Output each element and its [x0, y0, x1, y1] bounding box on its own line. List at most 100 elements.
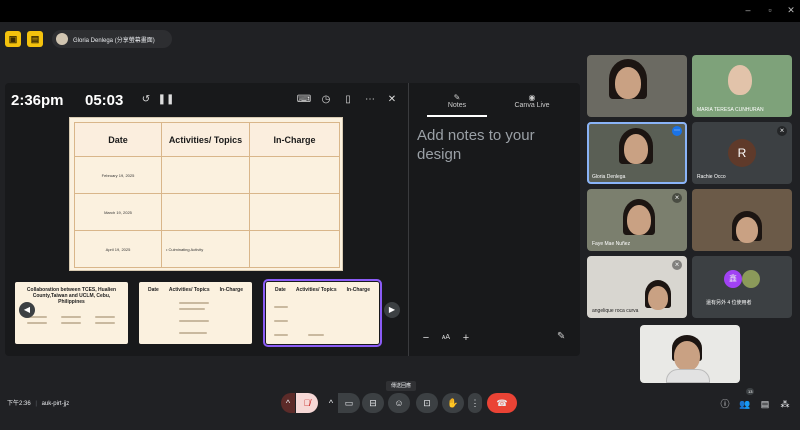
thumb-header: Activities/ Topics	[295, 287, 337, 293]
notes-input[interactable]: Add notes to your design	[417, 126, 577, 164]
zoom-in-icon[interactable]: +	[458, 330, 474, 346]
participant-tile[interactable]: ⨯ Faye Mae Nuñez	[587, 189, 687, 251]
more-participants-tile[interactable]: 鑫 還有另外 4 位使用者	[692, 256, 792, 318]
thumb-line	[95, 316, 115, 318]
window-titlebar: – ▫ ✕	[0, 0, 800, 22]
presentation-bar: ▣ ▤ Gloria Denlega (分享螢幕畫面)	[0, 28, 800, 50]
avatar	[742, 270, 760, 288]
participant-tile[interactable]: R ⨯ Rachie Occo	[692, 122, 792, 184]
presenter-timer: 05:03	[85, 92, 124, 109]
header-in-charge: In-Charge	[249, 122, 340, 157]
shared-screen: 2:36pm 05:03 ↺ ❚❚ ⌨ ◷ ▯ ⋯ ✕ Date Activit…	[5, 83, 580, 356]
more-options-button[interactable]: ⋮	[468, 393, 482, 413]
presenter-avatar	[56, 33, 68, 45]
table-row: April 19, 2025 • Culminating Activity	[74, 230, 340, 268]
thumb-header: In-Charge	[219, 287, 243, 293]
more-options-icon[interactable]: ⋯	[361, 92, 379, 108]
raise-hand-button[interactable]: ✋	[442, 393, 464, 413]
zoom-out-icon[interactable]: −	[418, 330, 434, 346]
cell-activity	[161, 156, 250, 194]
leave-call-button[interactable]: ☎	[487, 393, 517, 413]
cell-in-charge	[249, 230, 340, 268]
pause-icon[interactable]: ❚❚	[157, 92, 175, 108]
thumb-line	[274, 306, 288, 308]
active-tab-indicator	[427, 115, 487, 117]
thumb-line	[61, 322, 81, 324]
people-icon[interactable]: 👥	[739, 398, 751, 410]
next-slide-icon[interactable]: ▶	[384, 302, 400, 318]
thumbnail-headers: Date Activities/ Topics In-Charge	[143, 287, 248, 293]
emoji-reaction-button[interactable]: ☺	[388, 393, 410, 413]
thumb-header: Activities/ Topics	[168, 287, 210, 293]
notes-icon: ✎	[453, 93, 461, 102]
table-row: February 19, 2025	[74, 156, 340, 194]
participant-face	[648, 286, 668, 310]
edit-icon[interactable]: ✎	[557, 331, 565, 342]
keyboard-icon[interactable]: ⌨	[295, 92, 313, 108]
document-icon[interactable]: ▤	[27, 31, 43, 47]
participant-tile[interactable]	[587, 55, 687, 117]
thumb-header: Date	[148, 287, 159, 293]
captions-button[interactable]: ⊟	[362, 393, 384, 413]
participant-tile[interactable]: MARIA TERESA CUNHURAN	[692, 55, 792, 117]
present-icon[interactable]: ▣	[5, 31, 21, 47]
speaking-icon: ⋯	[672, 126, 682, 136]
presenter-clock: 2:36pm	[11, 92, 64, 109]
close-window-icon[interactable]: ✕	[786, 5, 796, 15]
participant-name: Faye Mae Nuñez	[592, 241, 631, 247]
participant-shirt	[666, 369, 710, 383]
participant-face	[627, 205, 651, 235]
camera-button[interactable]: ▭	[338, 393, 360, 413]
tab-notes[interactable]: ✎ Notes	[422, 93, 492, 109]
thumbnail-slide-3-selected[interactable]: Date Activities/ Topics In-Charge	[263, 279, 382, 347]
thumbnail-title: Collaboration between TCES, Hualien Coun…	[26, 287, 117, 305]
thumb-line	[179, 320, 209, 322]
activities-icon[interactable]: ⁂	[779, 398, 791, 410]
self-view-tile[interactable]	[640, 325, 740, 383]
thumbnail-headers: Date Activities/ Topics In-Charge	[270, 287, 375, 293]
participant-face	[674, 341, 700, 371]
slide-thumbnails: Collaboration between TCES, Hualien Coun…	[15, 279, 400, 347]
thumb-line	[61, 316, 81, 318]
chat-icon[interactable]: ▤	[759, 398, 771, 410]
participant-name: MARIA TERESA CUNHURAN	[697, 107, 764, 113]
meeting-code: auk-pirt-jjz	[41, 401, 70, 407]
remote-icon[interactable]: ▯	[339, 92, 357, 108]
meet-window: – ▫ ✕ ▣ ▤ Gloria Denlega (分享螢幕畫面) 2:36pm…	[0, 0, 800, 430]
header-activities: Activities/ Topics	[161, 122, 250, 157]
thumb-line	[95, 322, 115, 324]
timer-icon[interactable]: ◷	[317, 92, 335, 108]
separator: |	[35, 401, 37, 407]
participant-tile[interactable]	[692, 189, 792, 251]
camera-options-icon[interactable]: ^	[324, 393, 338, 413]
call-controls-bar: 下午2:36 | auk-pirt-jjz ^ 🎙̸ ^ ▭ ⊟ ☺ ⊡ ✋ ⋮…	[0, 385, 800, 430]
minimize-icon[interactable]: –	[743, 5, 753, 15]
close-presenter-icon[interactable]: ✕	[383, 92, 401, 108]
tab-canva-live-label: Canva Live	[514, 102, 550, 109]
text-size-icon[interactable]: ᴀA	[438, 330, 454, 346]
mic-options-icon[interactable]: ^	[281, 393, 295, 413]
participant-tile-speaking[interactable]: ⋯ Gloria Denlega	[587, 122, 687, 184]
meeting-info: 下午2:36 | auk-pirt-jjz	[7, 398, 69, 407]
thumb-line	[274, 320, 288, 322]
restart-timer-icon[interactable]: ↺	[137, 92, 155, 108]
cell-date: February 19, 2025	[74, 156, 162, 194]
live-icon: ◉	[528, 93, 536, 102]
schedule-table: Date Activities/ Topics In-Charge Februa…	[74, 122, 340, 268]
thumb-line	[179, 308, 205, 310]
thumbnail-slide-2[interactable]: Date Activities/ Topics In-Charge	[139, 282, 252, 344]
mic-off-button[interactable]: 🎙̸	[296, 393, 318, 413]
notes-tabs: ✎ Notes ◉ Canva Live	[415, 83, 580, 117]
participant-name: Gloria Denlega	[592, 174, 626, 180]
tab-canva-live[interactable]: ◉ Canva Live	[497, 93, 567, 109]
restore-icon[interactable]: ▫	[765, 5, 775, 15]
present-screen-button[interactable]: ⊡	[416, 393, 438, 413]
participant-face	[728, 65, 752, 95]
presenter-pill[interactable]: Gloria Denlega (分享螢幕畫面)	[52, 30, 172, 48]
thumb-line	[179, 332, 207, 334]
meeting-details-icon[interactable]: ⓘ	[719, 398, 731, 410]
cell-activity: • Culminating Activity	[161, 230, 250, 268]
participant-tile[interactable]: ⨯ angelique roca curva	[587, 256, 687, 318]
thumb-line	[27, 322, 47, 324]
prev-slide-icon[interactable]: ◀	[19, 302, 35, 318]
